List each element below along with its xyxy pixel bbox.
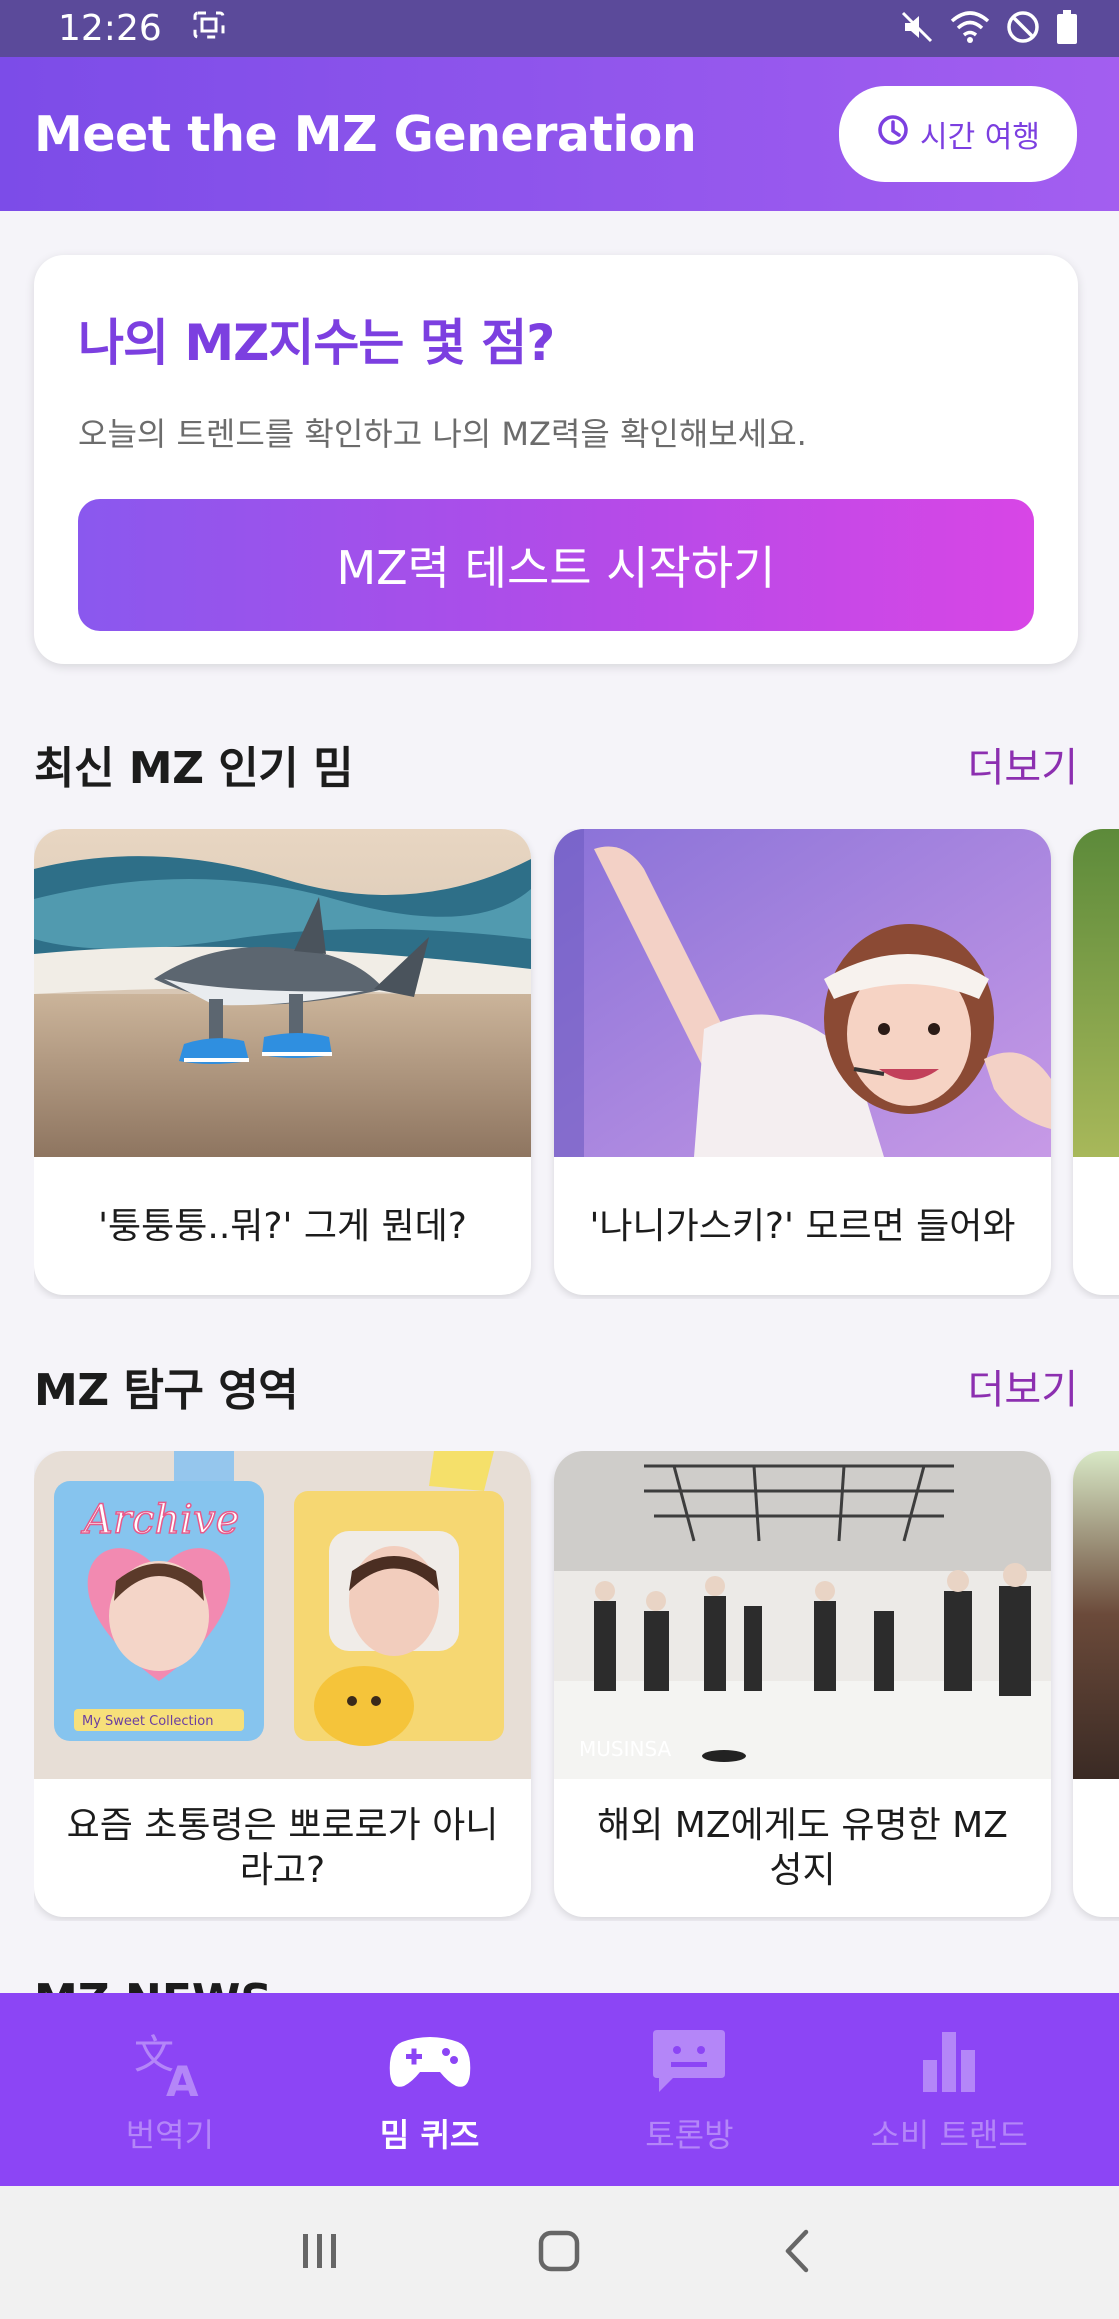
memes-section-header: 최신 MZ 인기 밈 더보기 — [34, 732, 1078, 796]
archive-logo: Archive — [80, 1497, 239, 1543]
chat-icon — [649, 2024, 729, 2104]
svg-text:A: A — [166, 2057, 199, 2100]
meme-card-caption: '나니가스키?' 모르면 들어와 — [589, 1205, 1016, 1247]
explore-card-row[interactable]: Archive My Sweet Collection 요즘 초통령은 뽀로로가… — [34, 1451, 1119, 1921]
explore-card-partial[interactable] — [1073, 1451, 1119, 1917]
screenshot-icon — [192, 8, 226, 49]
app-bar: Meet the MZ Generation 시간 여행 — [0, 57, 1119, 211]
nav-discussion-label: 토론방 — [645, 2115, 734, 2154]
translate-icon: 文A — [130, 2024, 210, 2106]
memes-section-title: 최신 MZ 인기 밈 — [34, 743, 354, 794]
nav-meme-quiz-label: 밈 퀴즈 — [379, 2115, 480, 2154]
explore-card[interactable]: MUSINSA 해외 MZ에게도 유명한 MZ 성지 — [554, 1451, 1051, 1917]
fashion-store-image: MUSINSA — [554, 1451, 1051, 1779]
photocard-holders-image: Archive My Sweet Collection — [34, 1451, 531, 1779]
meme-card-caption: '퉁퉁퉁..뭐?' 그게 뭔데? — [98, 1205, 467, 1247]
memes-card-row[interactable]: '퉁퉁퉁..뭐?' 그게 뭔데? '나니가스키?' 모르면 들어와 — [34, 829, 1119, 1299]
bar-chart-icon — [909, 2024, 989, 2104]
status-time: 12:26 — [58, 8, 162, 49]
status-bar: 12:26 — [0, 0, 1119, 57]
bottom-navigation: 文A 번역기 밈 퀴즈 토론방 소비 트랜드 — [0, 1993, 1119, 2186]
meme-card[interactable]: '나니가스키?' 모르면 들어와 — [554, 829, 1051, 1295]
explore-card-caption: 해외 MZ에게도 유명한 MZ 성지 — [597, 1805, 1008, 1891]
time-travel-button[interactable]: 시간 여행 — [839, 86, 1077, 182]
start-mz-test-button[interactable]: MZ력 테스트 시작하기 — [78, 499, 1034, 631]
nav-translator-label: 번역기 — [125, 2115, 215, 2154]
shark-sneakers-image — [34, 829, 531, 1157]
hero-subtitle: 오늘의 트렌드를 확인하고 나의 MZ력을 확인해보세요. — [78, 415, 807, 453]
battery-icon — [1055, 9, 1079, 49]
clock-icon — [876, 113, 910, 155]
mz-score-card: 나의 MZ지수는 몇 점? 오늘의 트렌드를 확인하고 나의 MZ력을 확인해보… — [34, 255, 1078, 664]
hero-title: 나의 MZ지수는 몇 점? — [78, 314, 555, 372]
meme-card[interactable]: '퉁퉁퉁..뭐?' 그게 뭔데? — [34, 829, 531, 1295]
my-sweet-collection-tag: My Sweet Collection — [82, 1714, 213, 1729]
home-icon[interactable] — [534, 2226, 584, 2280]
explore-section-header: MZ 탐구 영역 더보기 — [34, 1354, 1078, 1418]
explore-card[interactable]: Archive My Sweet Collection 요즘 초통령은 뽀로로가… — [34, 1451, 531, 1917]
meme-card-partial[interactable] — [1073, 829, 1119, 1295]
nav-consumer-trend-label: 소비 트랜드 — [870, 2115, 1028, 2154]
nav-discussion[interactable]: 토론방 — [569, 2024, 809, 2156]
nav-meme-quiz[interactable]: 밈 퀴즈 — [310, 2024, 550, 2156]
explore-more-link[interactable]: 더보기 — [968, 1357, 1078, 1415]
app-title: Meet the MZ Generation — [34, 105, 697, 163]
explore-card-caption: 요즘 초통령은 뽀로로가 아니라고? — [66, 1805, 499, 1891]
musinsa-watermark: MUSINSA — [579, 1737, 672, 1761]
mute-icon — [899, 9, 935, 49]
recent-apps-icon[interactable] — [295, 2226, 345, 2280]
system-navigation-bar — [0, 2186, 1119, 2319]
gamepad-icon — [388, 2024, 472, 2104]
nav-consumer-trend[interactable]: 소비 트랜드 — [829, 2024, 1069, 2156]
nav-translator[interactable]: 文A 번역기 — [50, 2024, 290, 2156]
back-icon[interactable] — [774, 2226, 824, 2280]
do-not-disturb-icon — [1005, 9, 1041, 49]
wifi-icon — [949, 9, 991, 49]
idol-performance-image — [554, 829, 1051, 1157]
time-travel-label: 시간 여행 — [920, 120, 1040, 155]
explore-section-title: MZ 탐구 영역 — [34, 1365, 299, 1416]
memes-more-link[interactable]: 더보기 — [968, 735, 1078, 793]
